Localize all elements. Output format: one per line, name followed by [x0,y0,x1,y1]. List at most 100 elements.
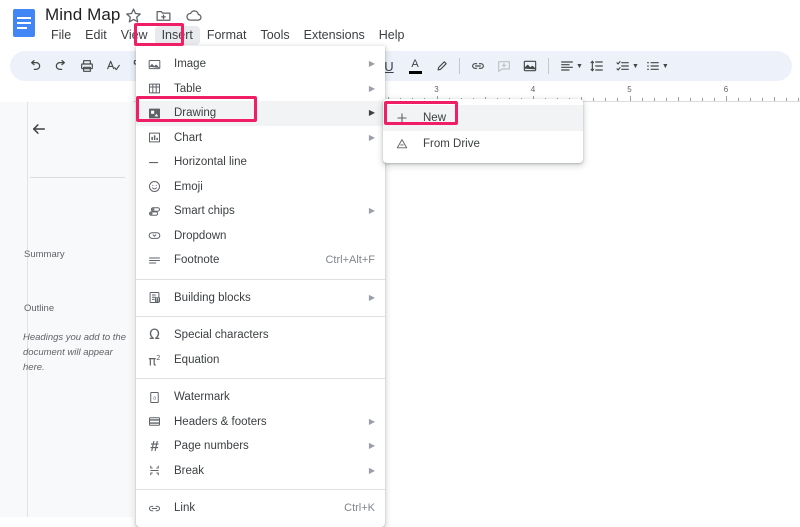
menu-bar: File Edit View Insert Format Tools Exten… [44,26,412,45]
ruler-number: 6 [724,85,728,94]
print-icon[interactable] [74,53,100,79]
back-arrow-icon[interactable] [30,120,48,138]
menu-item-building-blocks[interactable]: Building blocks ▶ [136,286,385,311]
ruler-tick [774,97,775,101]
emoji-icon [145,179,164,195]
menu-item-label: Footnote [174,254,219,266]
ruler-number: 5 [627,85,631,94]
text-color-swatch [409,71,422,74]
highlight-color-icon[interactable] [428,53,454,79]
ruler-tick [738,98,739,101]
menu-item-label: Headers & footers [174,416,267,428]
page-numbers-icon: # [145,438,164,454]
ruler-number: 3 [434,85,438,94]
menu-item-label: Dropdown [174,230,226,242]
ruler-number: 4 [531,85,535,94]
drawing-icon [145,105,164,121]
ruler-tick [605,98,606,101]
ruler-tick [702,98,703,101]
undo-icon[interactable] [22,53,48,79]
submenu-arrow-icon: ▶ [369,134,375,142]
menu-item-table[interactable]: Table ▶ [136,77,385,102]
star-icon[interactable] [125,7,142,24]
toolbar: − 11 + B I U A ▼ [10,51,792,81]
menu-item-image[interactable]: Image▶ [136,52,385,77]
menu-help[interactable]: Help [372,26,412,45]
insert-dropdown-menu[interactable]: Image▶Table▶Drawing▶Chart▶Horizontal lin… [136,46,385,527]
text-color-letter: A [411,59,418,70]
menu-item-shortcut: Ctrl+K [344,502,375,514]
footnote-icon [145,252,164,268]
title-bar: Mind Map File Edit View Insert Format To… [0,0,800,46]
menu-item-equation[interactable]: π2 Equation [136,348,385,373]
menu-item-label: Horizontal line [174,156,247,168]
ruler-tick [654,98,655,101]
drawing-submenu[interactable]: New From Drive [383,99,583,163]
summary-label: Summary [24,249,65,260]
menu-extensions[interactable]: Extensions [297,26,372,45]
omega-icon: Ω [145,327,164,343]
menu-item-special-characters[interactable]: ΩSpecial characters [136,323,385,348]
menu-item-page-numbers[interactable]: #Page numbers▶ [136,434,385,459]
menu-item-horizontal-line[interactable]: Horizontal line [136,150,385,175]
menu-separator [136,279,385,280]
submenu-item-from-drive[interactable]: From Drive [383,131,583,157]
outline-divider [30,177,125,178]
table-icon [145,81,164,97]
menu-item-label: Equation [174,354,219,366]
insert-image-icon[interactable] [517,53,543,79]
menu-item-label: Break [174,465,204,477]
menu-item-headers-footers[interactable]: Headers & footers▶ [136,410,385,435]
menu-format[interactable]: Format [200,26,254,45]
menu-file[interactable]: File [44,26,78,45]
checklist-chevron-down-icon[interactable]: ▼ [632,63,639,70]
menu-item-smart-chips[interactable]: Smart chips ▶ [136,199,385,224]
ruler-tick [786,98,787,101]
menu-item-label: Emoji [174,181,203,193]
redo-icon[interactable] [48,53,74,79]
image-icon [145,56,164,72]
cloud-saved-icon[interactable] [185,7,202,24]
submenu-arrow-icon: ▶ [369,207,375,215]
menu-item-label: Link [174,502,195,514]
ruler-tick [642,98,643,101]
submenu-arrow-icon: ▶ [369,60,375,68]
menu-tools[interactable]: Tools [253,26,296,45]
menu-item-emoji[interactable]: Emoji [136,175,385,200]
smart-chips-icon [145,203,164,219]
line-spacing-icon[interactable] [584,53,610,79]
menu-item-chart[interactable]: Chart▶ [136,126,385,151]
menu-item-dropdown[interactable]: Dropdown [136,224,385,249]
move-to-folder-icon[interactable] [155,7,172,24]
menu-item-label: Building blocks [174,292,251,304]
link-icon [145,500,164,516]
menu-item-label: Smart chips [174,205,235,217]
page-title[interactable]: Mind Map [45,5,120,25]
headers-footers-icon [145,414,164,430]
list-chevron-down-icon[interactable]: ▼ [662,63,669,70]
equation-icon: π2 [145,352,164,368]
ruler-tick [593,98,594,101]
submenu-arrow-icon: ▶ [369,294,375,302]
spelling-check-icon[interactable] [100,53,126,79]
ruler-tick [690,98,691,101]
text-color-icon[interactable]: A [402,53,428,79]
title-action-icons [125,7,202,24]
google-drive-icon [392,136,411,152]
menu-item-break[interactable]: Break▶ [136,459,385,484]
menu-item-footnote[interactable]: FootnoteCtrl+Alt+F [136,248,385,273]
menu-item-label: From Drive [423,138,480,150]
align-chevron-down-icon[interactable]: ▼ [576,63,583,70]
menu-item-watermark[interactable]: aWatermark [136,385,385,410]
menu-insert[interactable]: Insert [155,26,200,45]
menu-item-drawing[interactable]: Drawing▶ [136,101,385,126]
menu-edit[interactable]: Edit [78,26,114,45]
menu-view[interactable]: View [114,26,155,45]
add-comment-icon[interactable] [491,53,517,79]
menu-item-label: Table [174,83,202,95]
submenu-arrow-icon: ▶ [369,109,375,117]
submenu-item-new[interactable]: New [383,105,583,131]
outline-empty-hint: Headings you add to the document will ap… [23,330,135,375]
insert-link-icon[interactable] [465,53,491,79]
submenu-arrow-icon: ▶ [369,85,375,93]
